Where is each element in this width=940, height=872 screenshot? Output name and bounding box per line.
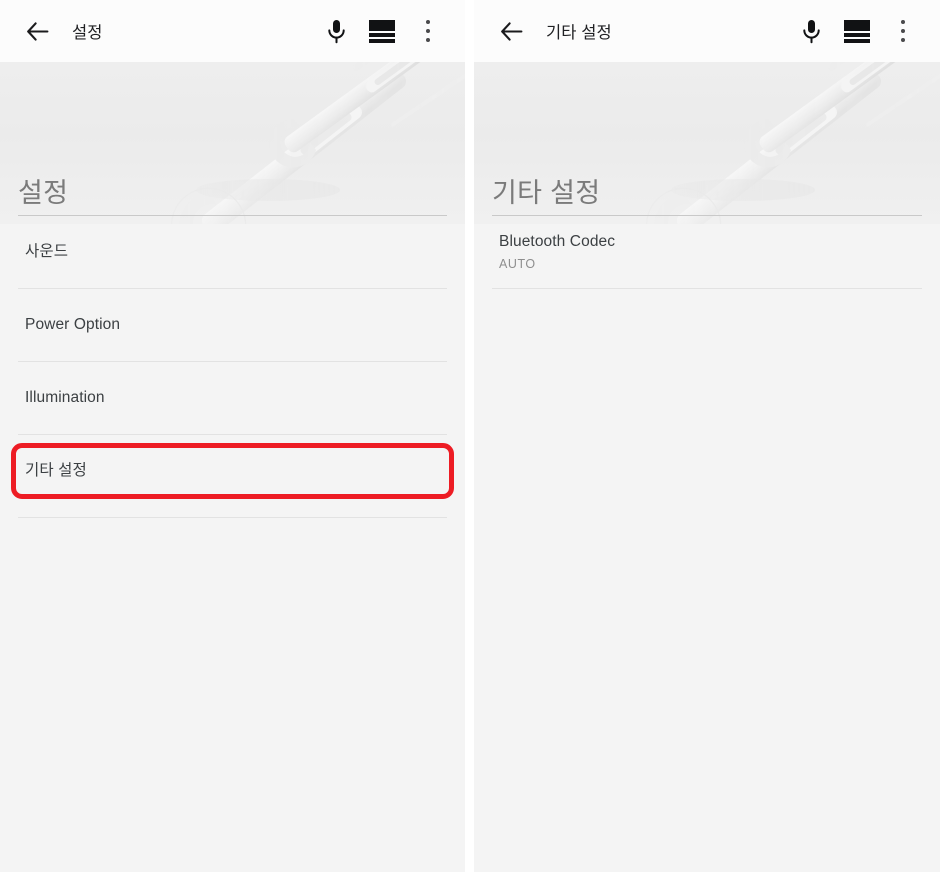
section-title: 기타 설정 <box>492 178 601 208</box>
microphone-button[interactable] <box>788 9 834 53</box>
back-arrow-icon <box>26 21 48 41</box>
list-item-label: Power Option <box>25 315 121 333</box>
layers-icon <box>844 19 870 43</box>
settings-list: 사운드 Power Option Illumination 기타 설정 <box>11 216 454 519</box>
overflow-menu-icon <box>425 19 431 43</box>
list-item-label: Illumination <box>25 388 105 406</box>
toolbar-title: 기타 설정 <box>546 24 612 42</box>
microphone-button[interactable] <box>313 9 359 53</box>
panel-content: 설정 사운드 Power Option Illumination 기타 설정 <box>0 62 465 519</box>
list-item-sound[interactable]: 사운드 <box>18 216 447 290</box>
panel-separator <box>465 0 474 872</box>
list-item-label: Bluetooth Codec <box>499 232 616 250</box>
list-item-label: 사운드 <box>25 242 69 260</box>
list-item-label: 기타 설정 <box>25 461 87 479</box>
back-arrow-icon <box>500 21 522 41</box>
toolbar-actions <box>313 9 451 53</box>
toolbar-left-group: 설정 <box>20 14 313 48</box>
list-item-value: AUTO <box>499 257 536 272</box>
settings-panel: 설정 설정 사운드 Power Option Illumination 기타 설… <box>0 0 465 872</box>
panel-content: 기타 설정 Bluetooth Codec AUTO <box>474 62 940 290</box>
app-toolbar: 설정 <box>0 0 465 62</box>
overflow-menu-button[interactable] <box>405 9 451 53</box>
layers-button[interactable] <box>359 9 405 53</box>
toolbar-actions <box>788 9 926 53</box>
toolbar-left-group: 기타 설정 <box>494 14 788 48</box>
list-item-power-option[interactable]: Power Option <box>18 289 447 363</box>
overflow-menu-icon <box>900 19 906 43</box>
layers-button[interactable] <box>834 9 880 53</box>
list-item-illumination[interactable]: Illumination <box>18 362 447 436</box>
back-button[interactable] <box>494 14 528 48</box>
screenshot-root: 설정 설정 사운드 Power Option Illumination 기타 설… <box>0 0 940 872</box>
list-bottom-divider <box>18 517 447 519</box>
toolbar-title: 설정 <box>72 24 103 42</box>
layers-icon <box>369 19 395 43</box>
list-item-bluetooth-codec[interactable]: Bluetooth Codec AUTO <box>492 216 922 290</box>
other-settings-panel: 기타 설정 기타 설정 Bluetooth Codec AUTO <box>474 0 940 872</box>
section-title: 설정 <box>18 178 69 208</box>
overflow-menu-button[interactable] <box>880 9 926 53</box>
settings-list: Bluetooth Codec AUTO <box>492 216 922 290</box>
list-item-other-settings[interactable]: 기타 설정 <box>11 435 454 508</box>
microphone-icon <box>327 19 345 43</box>
back-button[interactable] <box>20 14 54 48</box>
microphone-icon <box>802 19 820 43</box>
app-toolbar: 기타 설정 <box>474 0 940 62</box>
